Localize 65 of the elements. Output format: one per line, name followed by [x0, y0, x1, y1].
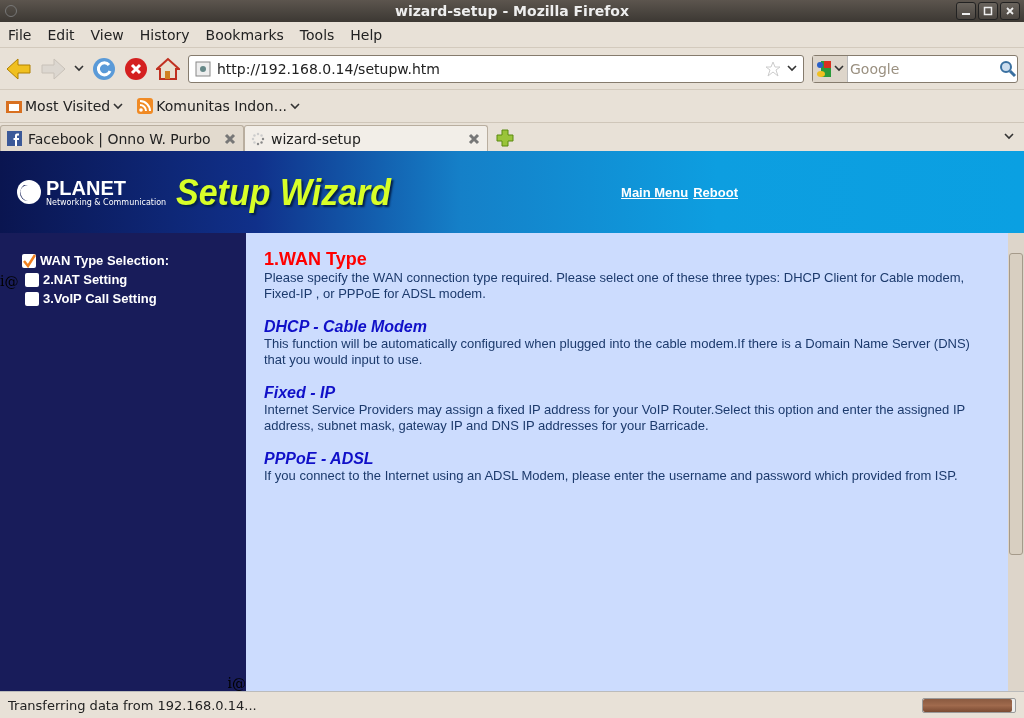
scrollbar[interactable]: [1008, 233, 1024, 691]
menu-item[interactable]: Help: [350, 26, 383, 43]
dropdown-caret-icon: [787, 65, 797, 72]
menu-item[interactable]: File: [8, 26, 32, 43]
section-text: If you connect to the Internet using an ADSL Modem, please enter the username and password which provided from ISP.: [264, 468, 959, 484]
history-caret-icon: [74, 65, 84, 72]
back-icon[interactable]: [6, 56, 32, 81]
menu-item[interactable]: Edit: [47, 26, 75, 43]
section-title: Fixed - IP: [264, 384, 337, 402]
section-title: PPPoE - ADSL: [264, 450, 375, 468]
close-tab-icon[interactable]: [223, 131, 237, 146]
bookmark-item[interactable]: Komunitas Indon...: [137, 98, 301, 114]
step-label[interactable]: WAN Type Selection:: [40, 253, 170, 268]
logo-icon: [16, 179, 42, 205]
engine-caret-icon: [834, 65, 844, 72]
page-heading: 1.WAN Type: [264, 249, 368, 270]
checkmark-icon: [22, 253, 36, 268]
logo-tagline: Networking & Communication: [46, 197, 167, 207]
step-label[interactable]: 2.NAT Setting: [43, 272, 128, 287]
checkbox[interactable]: [25, 291, 39, 306]
section-text: Internet Service Providers may assign a fixed IP address for your VoIP Router.Select this option and enter the assigned IP address, subnet mask, gateway IP and DNS IP addresses for your Barricade.: [264, 402, 966, 434]
new-tab-icon[interactable]: [496, 129, 514, 147]
checkbox[interactable]: [25, 272, 39, 287]
close-button[interactable]: [1000, 2, 1020, 20]
section-text: This function will be automatically configured when plugged into the cable modem.If there is a Domain Name Server (DNS) that you would input to use.: [264, 336, 971, 368]
banner-title: Setup Wizard: [176, 170, 392, 214]
search-bar[interactable]: Google: [812, 54, 1018, 83]
spinner-icon: [251, 131, 265, 146]
maximize-button[interactable]: [978, 2, 998, 20]
search-field[interactable]: Google: [848, 59, 999, 78]
status-text: Transferring data from 192.168.0.14...: [8, 697, 257, 713]
close-icon: [1005, 6, 1015, 16]
stray-text: i@: [0, 273, 19, 289]
address-field[interactable]: http://192.168.0.14/setupw.htm: [188, 54, 804, 83]
window-title: wizard-setup - Mozilla Firefox: [394, 3, 630, 19]
bookmark-item[interactable]: Most Visited: [6, 98, 124, 114]
minimize-icon: [962, 13, 970, 15]
browser-tab[interactable]: Facebook | Onno W. Purbo: [0, 125, 244, 151]
menu-item[interactable]: View: [90, 26, 124, 43]
stray-text: i@: [227, 675, 246, 691]
close-tab-icon[interactable]: [467, 131, 481, 146]
logo-text: PLANET: [46, 177, 126, 198]
caret-icon: [290, 102, 301, 110]
stop-icon[interactable]: [124, 56, 148, 81]
intro-text: Please specify the WAN connection type required. Please select one of these three types: DHCP Client for Cable modem, Fixed-IP , or PPPoE for ADSL modem.: [264, 270, 966, 302]
section-title: DHCP - Cable Modem: [264, 318, 428, 336]
google-icon[interactable]: [816, 59, 832, 78]
menu-item[interactable]: History: [139, 26, 190, 43]
step-label[interactable]: 3.VoIP Call Setting: [43, 291, 157, 306]
reload-icon[interactable]: [92, 56, 116, 81]
feed-icon: [137, 98, 154, 114]
facebook-icon: [7, 131, 22, 146]
home-icon[interactable]: [156, 56, 180, 81]
search-icon[interactable]: [999, 59, 1017, 78]
checkbox[interactable]: [22, 253, 36, 268]
minimize-button[interactable]: [956, 2, 976, 20]
tab-list-caret-icon: [1004, 133, 1014, 140]
page-icon: [195, 60, 211, 77]
star-icon[interactable]: [765, 60, 781, 77]
folder-icon: [6, 99, 22, 113]
browser-tab[interactable]: wizard-setup: [244, 125, 488, 151]
menu-item[interactable]: Bookmarks: [205, 26, 284, 43]
maximize-icon: [983, 6, 993, 16]
caret-icon: [113, 102, 124, 110]
menu-item[interactable]: Tools: [299, 26, 335, 43]
